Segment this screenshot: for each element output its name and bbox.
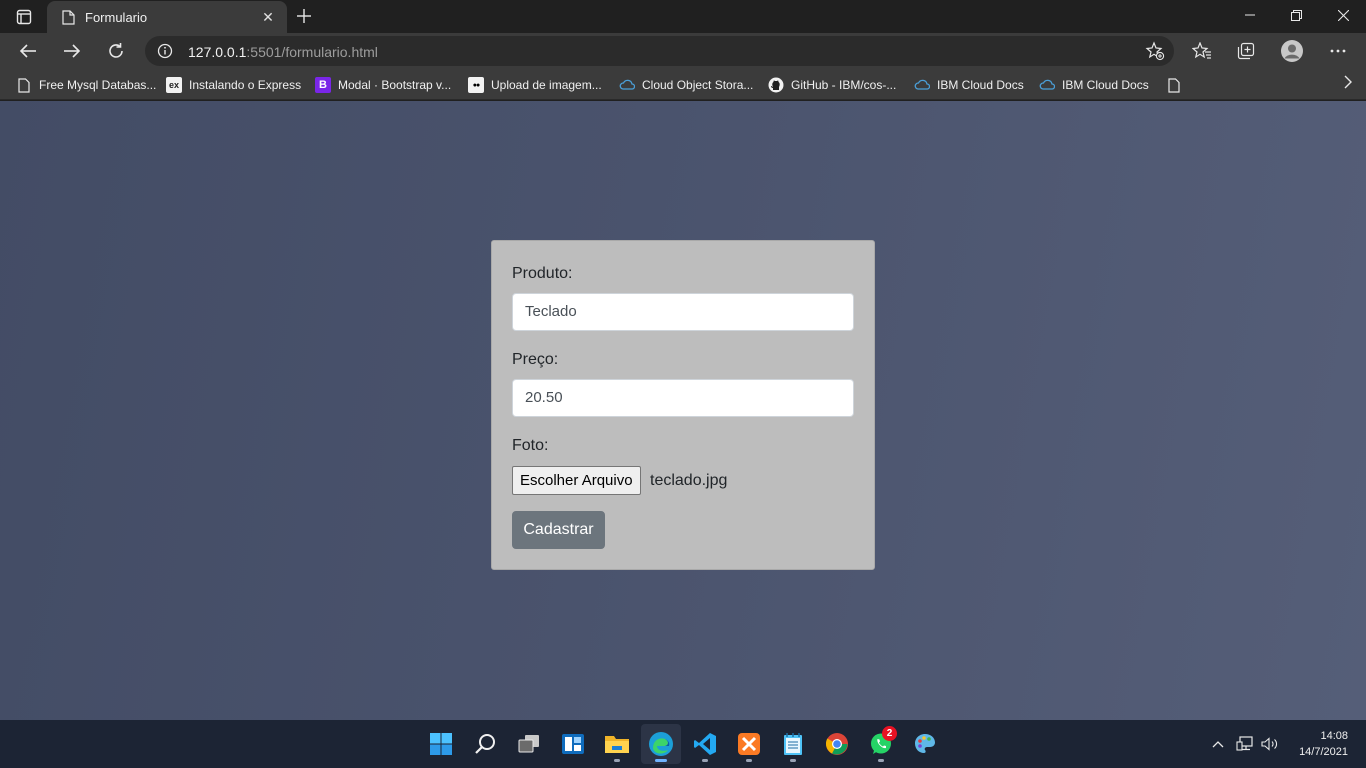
clock-time: 14:08 — [1320, 730, 1348, 742]
minimize-icon[interactable] — [1227, 0, 1273, 30]
close-window-icon[interactable] — [1320, 0, 1366, 30]
profile-avatar-icon[interactable] — [1276, 35, 1308, 67]
document-icon — [1166, 77, 1182, 93]
tab-actions-icon[interactable] — [8, 4, 40, 30]
favorite-item[interactable]: ●● Upload de imagem... — [468, 74, 602, 96]
taskbar: 2 14:08 14/7/2021 — [0, 720, 1366, 768]
volume-icon[interactable] — [1260, 732, 1280, 756]
page-icon — [60, 9, 76, 25]
running-indicator — [614, 759, 620, 762]
show-hidden-icons-chevron-up-icon[interactable] — [1208, 732, 1228, 756]
chevron-right-icon[interactable] — [1344, 75, 1352, 94]
start-icon[interactable] — [421, 724, 461, 764]
favorite-item[interactable]: IBM Cloud Docs — [914, 74, 1024, 96]
foto-label: Foto: — [512, 437, 549, 454]
favorite-item[interactable]: IBM Cloud Docs — [1039, 74, 1149, 96]
notepad-icon[interactable] — [773, 724, 813, 764]
edge-icon[interactable] — [641, 724, 681, 764]
restore-icon[interactable] — [1273, 0, 1319, 30]
medium-icon: ●● — [468, 77, 484, 93]
running-indicator — [655, 759, 667, 762]
url-path: :5501/formulario.html — [246, 44, 378, 60]
xampp-icon[interactable] — [729, 724, 769, 764]
bootstrap-icon: B — [315, 77, 331, 93]
running-indicator — [878, 759, 884, 762]
browser-title-bar: Formulario ✕ — [0, 0, 1366, 33]
forward-icon[interactable] — [56, 35, 88, 67]
close-tab-icon[interactable]: ✕ — [259, 8, 277, 26]
collections-icon[interactable] — [1230, 35, 1262, 67]
selected-file-name: teclado.jpg — [650, 472, 728, 489]
favorite-label: Modal · Bootstrap v... — [338, 78, 452, 92]
paint-icon[interactable] — [905, 724, 945, 764]
site-info-icon[interactable] — [157, 43, 173, 59]
preco-label: Preço: — [512, 351, 559, 368]
url-text: 127.0.0.1:5501/formulario.html — [188, 44, 378, 60]
product-form: Produto: Teclado Preço: 20.50 Foto: Esco… — [491, 240, 875, 570]
favorite-item[interactable]: B Modal · Bootstrap v... — [315, 74, 451, 96]
github-icon — [768, 77, 784, 93]
notification-badge: 2 — [882, 726, 897, 741]
system-clock[interactable]: 14:08 14/7/2021 — [1299, 728, 1348, 760]
running-indicator — [702, 759, 708, 762]
favorite-item[interactable] — [1166, 74, 1189, 96]
ibm-cloud-icon — [914, 77, 930, 93]
file-explorer-icon[interactable] — [597, 724, 637, 764]
favorite-item[interactable]: Free Mysql Databas... — [16, 74, 156, 96]
whatsapp-icon[interactable]: 2 — [861, 724, 901, 764]
back-icon[interactable] — [12, 35, 44, 67]
favorite-item[interactable]: GitHub - IBM/cos-... — [768, 74, 896, 96]
tab-title: Formulario — [85, 9, 148, 25]
favorite-item[interactable]: Cloud Object Stora... — [619, 74, 753, 96]
ibm-cloud-icon — [619, 77, 635, 93]
running-indicator — [746, 759, 752, 762]
favorite-label: Free Mysql Databas... — [39, 78, 157, 92]
produto-label: Produto: — [512, 265, 573, 282]
favorite-label: Upload de imagem... — [491, 78, 602, 92]
network-icon[interactable] — [1235, 732, 1255, 756]
chrome-icon[interactable] — [817, 724, 857, 764]
search-icon[interactable] — [465, 724, 505, 764]
widgets-icon[interactable] — [553, 724, 593, 764]
favorite-label: GitHub - IBM/cos-... — [791, 78, 897, 92]
vscode-icon[interactable] — [685, 724, 725, 764]
browser-toolbar: 127.0.0.1:5501/formulario.html — [0, 33, 1366, 69]
page-content: Produto: Teclado Preço: 20.50 Foto: Esco… — [0, 101, 1366, 720]
running-indicator — [790, 759, 796, 762]
add-favorite-icon[interactable] — [1144, 40, 1166, 62]
address-bar[interactable]: 127.0.0.1:5501/formulario.html — [145, 36, 1174, 66]
preco-input[interactable]: 20.50 — [512, 379, 854, 417]
active-tab[interactable]: Formulario ✕ — [47, 1, 287, 33]
url-host: 127.0.0.1 — [188, 44, 247, 60]
favorites-bar: Free Mysql Databas... ex Instalando o Ex… — [0, 69, 1366, 100]
favorites-icon[interactable] — [1186, 35, 1218, 67]
favorite-label: Cloud Object Stora... — [642, 78, 754, 92]
produto-input[interactable]: Teclado — [512, 293, 854, 331]
express-icon: ex — [166, 77, 182, 93]
cadastrar-button[interactable]: Cadastrar — [512, 511, 605, 549]
clock-date: 14/7/2021 — [1299, 746, 1348, 758]
document-icon — [16, 77, 32, 93]
ibm-cloud-icon — [1039, 77, 1055, 93]
refresh-icon[interactable] — [100, 35, 132, 67]
task-view-icon[interactable] — [509, 724, 549, 764]
favorite-item[interactable]: ex Instalando o Express — [166, 74, 301, 96]
choose-file-button[interactable]: Escolher Arquivo — [512, 466, 641, 495]
new-tab-icon[interactable] — [290, 3, 318, 29]
favorite-label: IBM Cloud Docs — [1062, 78, 1149, 92]
favorite-label: IBM Cloud Docs — [937, 78, 1024, 92]
more-menu-icon[interactable] — [1322, 35, 1354, 67]
favorite-label: Instalando o Express — [189, 78, 302, 92]
